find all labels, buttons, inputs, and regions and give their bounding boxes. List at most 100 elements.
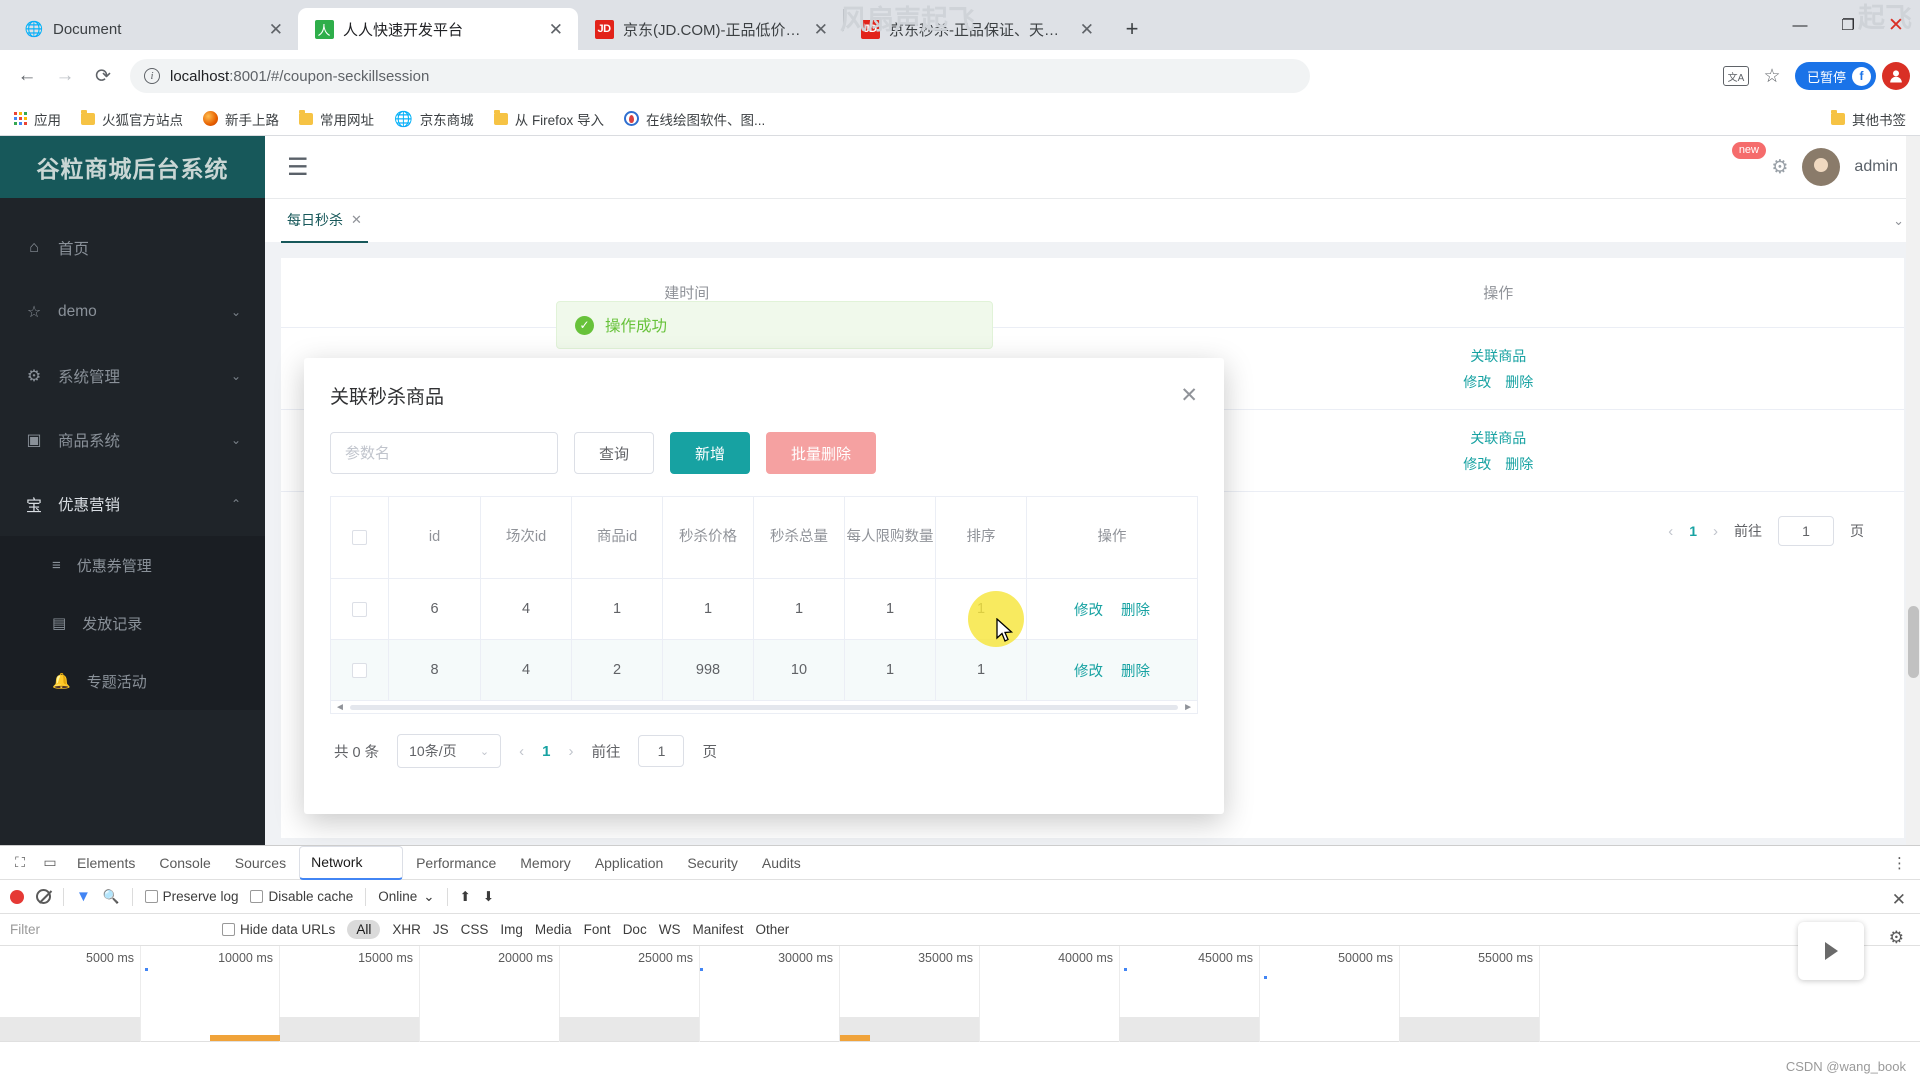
devtools-tab-console[interactable]: Console [148,846,221,880]
tab-close-icon[interactable]: ✕ [546,21,566,38]
resume-script-button[interactable] [1798,922,1864,980]
sidebar-toggle-icon[interactable]: ☰ [287,153,309,182]
table-horizontal-scrollbar[interactable]: ◄ ► [330,701,1198,714]
network-timeline[interactable]: 5000 ms 10000 ms 15000 ms 20000 ms 25000… [0,922,1920,1042]
sidebar-item-product[interactable]: ▣ 商品系统 ⌄ [0,408,265,472]
filter-type-all[interactable]: All [347,920,381,939]
sidebar-item-home[interactable]: ⌂ 首页 [0,216,265,280]
filter-type-doc[interactable]: Doc [623,922,647,937]
inspect-element-icon[interactable]: ⛶ [6,849,34,877]
link-delete[interactable]: 删除 [1121,599,1150,620]
link-edit[interactable]: 修改 [1074,660,1103,681]
devtools-tab-sources[interactable]: Sources [224,846,297,880]
browser-tab-0[interactable]: 🌐 Document ✕ [8,8,298,50]
site-info-icon[interactable]: i [144,68,160,84]
search-input[interactable] [330,432,558,474]
bookmark-item[interactable]: 🌐 京东商城 [394,109,474,129]
filter-type-css[interactable]: CSS [461,922,489,937]
filter-type-ws[interactable]: WS [659,922,681,937]
checkbox-icon[interactable] [352,662,367,678]
avatar[interactable] [1802,148,1841,186]
scroll-left-icon[interactable]: ◄ [335,702,345,713]
link-delete[interactable]: 删除 [1505,372,1533,392]
import-har-icon[interactable]: ⬆ [460,889,471,905]
table-row[interactable]: 6 4 1 1 1 1 1 修改 删除 [331,579,1197,640]
link-delete[interactable]: 删除 [1505,454,1533,474]
table-row[interactable]: 8 4 2 998 10 1 1 修改 删除 [331,640,1197,701]
filter-type-xhr[interactable]: XHR [392,922,421,937]
next-page-icon[interactable]: › [1713,523,1718,540]
prev-page-icon[interactable]: ‹ [519,743,524,760]
tab-close-icon[interactable]: ✕ [1077,21,1097,38]
add-button[interactable]: 新增 [670,432,751,474]
close-window-icon[interactable]: ✕ [1872,0,1920,50]
clear-icon[interactable] [36,889,51,904]
link-edit[interactable]: 修改 [1463,372,1491,392]
filter-type-other[interactable]: Other [755,922,789,937]
bookmark-item[interactable]: 从 Firefox 导入 [493,109,604,129]
prev-page-icon[interactable]: ‹ [1668,523,1673,540]
settings-gear-icon[interactable]: ⚙ [1771,156,1788,179]
row-checkbox-cell[interactable] [331,579,389,639]
bookmark-other-folder[interactable]: 其他书签 [1831,109,1906,129]
devtools-tab-elements[interactable]: Elements [66,846,146,880]
tab-close-icon[interactable]: ✕ [266,21,286,38]
browser-tab-2[interactable]: JD 京东(JD.COM)-正品低价、品质保 ✕ [578,8,843,50]
search-icon[interactable]: 🔍 [103,889,120,905]
profile-avatar[interactable] [1882,62,1910,90]
throttling-select[interactable]: Online ⌄ [378,889,434,905]
link-associate-goods[interactable]: 关联商品 [1470,346,1526,366]
bookmark-item[interactable]: 在线绘图软件、图... [623,109,765,129]
back-icon[interactable]: ← [10,59,44,93]
new-tab-button[interactable]: + [1115,12,1149,46]
link-associate-goods[interactable]: 关联商品 [1470,428,1526,448]
bookmark-item[interactable]: 新手上路 [203,109,279,129]
goto-page-input[interactable] [1778,516,1834,546]
scrollbar-thumb[interactable] [1908,606,1919,678]
devtools-tab-performance[interactable]: Performance [405,846,507,880]
devtools-close-icon[interactable]: ✕ [1892,890,1906,910]
scroll-right-icon[interactable]: ► [1183,702,1193,713]
page-scrollbar[interactable] [1906,136,1920,845]
username-label[interactable]: admin [1854,158,1898,176]
sidebar-item-special-activity[interactable]: 🔔 专题活动 [0,652,265,710]
devtools-tab-security[interactable]: Security [676,846,749,880]
checkbox-icon[interactable] [352,601,367,617]
reload-icon[interactable]: ⟳ [86,59,120,93]
device-toolbar-icon[interactable]: ▭ [36,849,64,877]
devtools-settings-gear-icon[interactable]: ⚙ [1889,928,1904,948]
sidebar-item-coupon-management[interactable]: ≡ 优惠券管理 [0,536,265,594]
devtools-tab-network[interactable]: Network [299,845,404,880]
select-all-checkbox-cell[interactable] [331,497,389,578]
filter-type-js[interactable]: JS [433,922,449,937]
tab-close-icon[interactable]: ✕ [811,21,831,38]
filter-icon[interactable]: ▼ [76,888,91,905]
close-icon[interactable]: ✕ [1180,383,1198,408]
hide-data-urls-checkbox[interactable]: Hide data URLs [222,922,335,937]
maximize-icon[interactable]: ❐ [1824,0,1872,50]
filter-type-manifest[interactable]: Manifest [692,922,743,937]
filter-type-media[interactable]: Media [535,922,572,937]
link-edit[interactable]: 修改 [1074,599,1103,620]
query-button[interactable]: 查询 [574,432,655,474]
page-tab-daily-seckill[interactable]: 每日秒杀 ✕ [281,199,368,243]
bookmark-item[interactable]: 火狐官方站点 [81,109,183,129]
close-icon[interactable]: ✕ [351,212,362,228]
devtools-tab-application[interactable]: Application [584,846,675,880]
sidebar-item-system[interactable]: ⚙ 系统管理 ⌄ [0,344,265,408]
extension-paused-badge[interactable]: 已暂停 f [1794,62,1876,90]
browser-tab-1[interactable]: 人 人人快速开发平台 ✕ [298,8,578,50]
next-page-icon[interactable]: › [568,743,573,760]
scrollbar-track[interactable] [349,704,1179,710]
preserve-log-checkbox[interactable]: Preserve log [144,889,238,904]
devtools-tab-audits[interactable]: Audits [751,846,812,880]
bookmark-item[interactable]: 常用网址 [299,109,374,129]
browser-tab-3[interactable]: JD 京东秒杀-正品保证、天天低价、 ✕ [844,8,1109,50]
checkbox-icon[interactable] [352,530,367,545]
current-page[interactable]: 1 [542,743,550,760]
devtools-more-icon[interactable]: ⋮ [1886,854,1914,872]
batch-delete-button[interactable]: 批量删除 [766,432,877,474]
current-page[interactable]: 1 [1689,523,1697,539]
filter-type-img[interactable]: Img [500,922,523,937]
sidebar-item-demo[interactable]: ☆ demo ⌄ [0,280,265,344]
